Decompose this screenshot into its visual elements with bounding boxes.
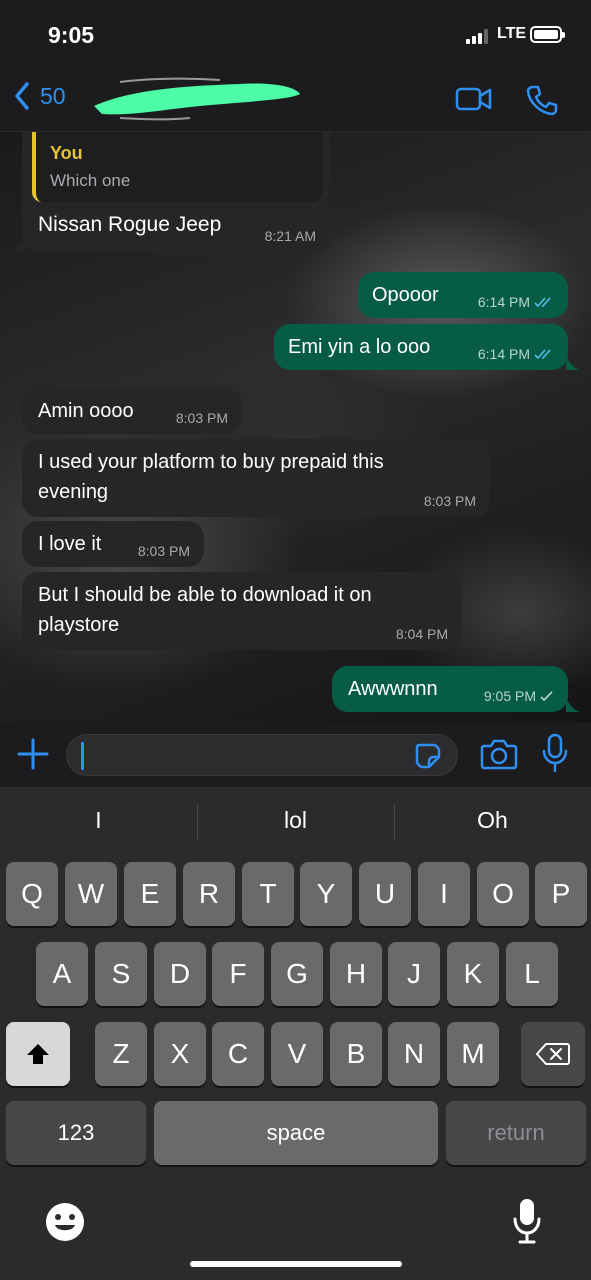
suggestion-3[interactable]: Oh: [394, 807, 591, 834]
key-g[interactable]: G: [271, 942, 323, 1006]
dictation-icon[interactable]: [512, 1197, 542, 1245]
microphone-icon[interactable]: [541, 733, 569, 773]
chat-header: 50: [0, 68, 591, 132]
shift-icon: [27, 1044, 49, 1064]
message-text: Amin oooo: [38, 400, 134, 422]
bubble-tail: [10, 238, 24, 252]
key-t[interactable]: T: [242, 862, 294, 926]
message-text-line2: evening: [38, 481, 109, 503]
status-time: 9:05: [48, 22, 95, 48]
key-e[interactable]: E: [124, 862, 176, 926]
text-caret: [81, 742, 84, 770]
key-l[interactable]: L: [506, 942, 558, 1006]
back-button[interactable]: 50: [14, 82, 66, 110]
key-d[interactable]: D: [154, 942, 206, 1006]
message-outgoing[interactable]: Emi yin a lo ooo 6:14 PM: [274, 324, 568, 370]
message-text: I love it: [38, 533, 102, 555]
quoted-message[interactable]: You Which one: [32, 132, 322, 202]
key-a[interactable]: A: [36, 942, 88, 1006]
message-incoming[interactable]: I love it 8:03 PM: [22, 521, 204, 567]
backspace-icon: [536, 1043, 570, 1065]
key-q[interactable]: Q: [6, 862, 58, 926]
video-call-icon[interactable]: [455, 84, 493, 114]
message-text: Nissan Rogue Jeep: [38, 213, 222, 236]
key-f[interactable]: F: [212, 942, 264, 1006]
read-receipt-icon: [534, 297, 551, 308]
key-j[interactable]: J: [388, 942, 440, 1006]
message-incoming[interactable]: You Which one Nissan Rogue Jeep 8:21 AM: [22, 132, 330, 252]
contact-name-redaction[interactable]: [90, 76, 304, 122]
suggestion-2[interactable]: lol: [197, 807, 394, 834]
message-time: 9:05 PM: [484, 688, 554, 704]
key-k[interactable]: K: [447, 942, 499, 1006]
numbers-key[interactable]: 123: [6, 1101, 146, 1165]
sticker-icon[interactable]: [413, 741, 443, 771]
key-v[interactable]: V: [271, 1022, 323, 1086]
home-indicator[interactable]: [190, 1261, 402, 1267]
plus-icon[interactable]: [16, 737, 50, 771]
key-h[interactable]: H: [330, 942, 382, 1006]
key-w[interactable]: W: [65, 862, 117, 926]
message-time: 6:14 PM: [478, 346, 554, 362]
unread-count: 50: [40, 82, 66, 109]
message-outgoing[interactable]: Awwwnnn 9:05 PM: [332, 666, 568, 712]
key-o[interactable]: O: [477, 862, 529, 926]
message-text-line1: I used your platform to buy prepaid this: [38, 451, 384, 473]
suggestion-1[interactable]: I: [0, 807, 197, 834]
key-s[interactable]: S: [95, 942, 147, 1006]
phone-call-icon[interactable]: [526, 84, 558, 116]
message-time: 8:03 PM: [137, 543, 190, 559]
message-time: 8:04 PM: [395, 626, 448, 642]
bubble-tail: [10, 636, 24, 650]
battery-icon: [530, 26, 565, 43]
message-text-line1: But I should be able to download it on: [38, 584, 372, 606]
message-time: 6:14 PM: [478, 294, 554, 310]
key-x[interactable]: X: [154, 1022, 206, 1086]
back-chevron-icon: [15, 82, 29, 110]
quote-text: Which one: [50, 171, 131, 190]
message-outgoing[interactable]: Opooor 6:14 PM: [358, 272, 568, 318]
camera-icon[interactable]: [480, 737, 518, 771]
key-n[interactable]: N: [388, 1022, 440, 1086]
message-incoming[interactable]: I used your platform to buy prepaid this…: [22, 439, 490, 517]
sent-check-icon: [540, 691, 553, 702]
message-time: 8:03 PM: [423, 493, 476, 509]
status-bar: 9:05 LTE: [0, 0, 591, 68]
key-c[interactable]: C: [212, 1022, 264, 1086]
suggestion-bar: I lol Oh: [0, 787, 591, 859]
key-u[interactable]: U: [359, 862, 411, 926]
message-text: Opooor: [372, 284, 439, 306]
chat-area[interactable]: You Which one Nissan Rogue Jeep 8:21 AM …: [0, 132, 591, 723]
keyboard: I lol Oh Q W E R T Y U I O P A S D F G H…: [0, 787, 591, 1280]
bubble-tail: [566, 698, 580, 712]
network-type: LTE: [497, 25, 527, 42]
bubble-tail: [566, 356, 580, 370]
key-b[interactable]: B: [330, 1022, 382, 1086]
read-receipt-icon: [534, 349, 551, 360]
return-key[interactable]: return: [446, 1101, 586, 1165]
message-text-line2: playstore: [38, 614, 120, 636]
message-composer: [0, 723, 591, 787]
space-key[interactable]: space: [154, 1101, 438, 1165]
key-i[interactable]: I: [418, 862, 470, 926]
key-m[interactable]: M: [447, 1022, 499, 1086]
message-incoming[interactable]: But I should be able to download it on p…: [22, 572, 462, 650]
message-text: Awwwnnn: [348, 678, 438, 700]
key-r[interactable]: R: [183, 862, 235, 926]
key-z[interactable]: Z: [95, 1022, 147, 1086]
backspace-key[interactable]: [521, 1022, 585, 1086]
emoji-icon[interactable]: [44, 1201, 86, 1243]
quote-sender: You: [50, 143, 83, 163]
message-incoming[interactable]: Amin oooo 8:03 PM: [22, 388, 242, 434]
shift-key[interactable]: [6, 1022, 70, 1086]
message-time: 8:21 AM: [264, 228, 316, 244]
key-p[interactable]: P: [535, 862, 587, 926]
message-text: Emi yin a lo ooo: [288, 336, 431, 358]
key-y[interactable]: Y: [300, 862, 352, 926]
message-time: 8:03 PM: [175, 410, 228, 426]
message-input[interactable]: [66, 734, 458, 776]
signal-strength-icon: [466, 28, 488, 44]
